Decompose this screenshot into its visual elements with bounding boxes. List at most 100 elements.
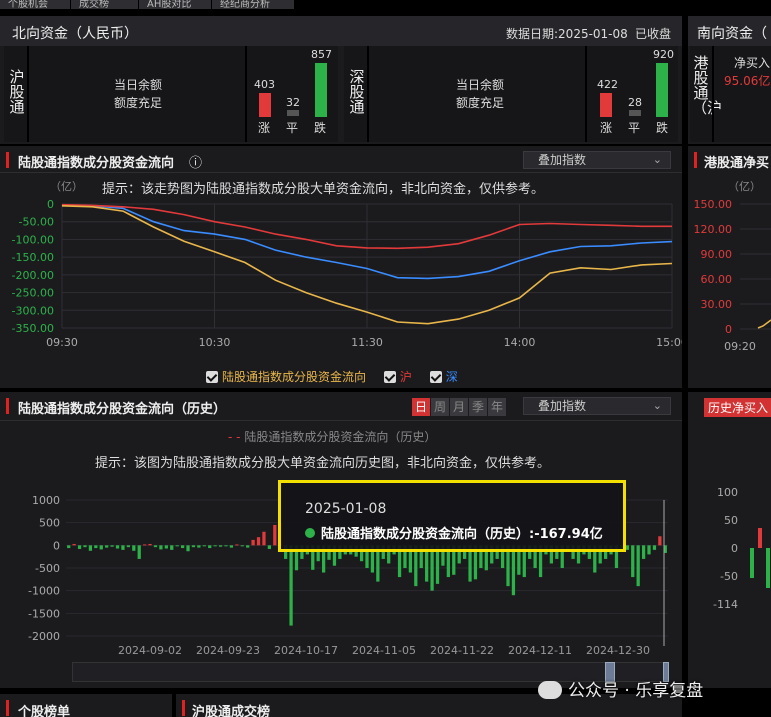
intraday-flow-panel: 陆股通指数成分股资金流向 ⓘ 叠加指数 ⌄ （亿） 提示：该走势图为陆股通指数成… (0, 146, 682, 388)
wechat-icon (538, 681, 562, 699)
history-overlay-dropdown[interactable]: 叠加指数 ⌄ (523, 397, 671, 415)
hk-flow-title: 港股通净买 (704, 156, 770, 171)
history-net-buy-panel: 历史净买入 100 50 0 -50 -114 (688, 392, 771, 688)
history-net-buy-bar (758, 528, 762, 548)
history-bar (256, 537, 261, 546)
history-bar (246, 545, 250, 548)
history-bar (213, 545, 217, 547)
history-bar (658, 536, 662, 546)
history-bar (636, 545, 640, 587)
history-bar (94, 545, 98, 549)
x-tick-label: 10:30 (199, 336, 231, 349)
history-bar (262, 531, 266, 546)
watermark-text: 公众号 · 乐享复盘 (568, 681, 704, 701)
sh-up-count: 403 (254, 78, 275, 91)
history-bar (191, 545, 196, 548)
sh-balance-value: 额度充足 (114, 96, 163, 110)
x-tick-label: 14:00 (504, 336, 536, 349)
sh-balance-label: 当日余额 (114, 78, 163, 92)
info-icon[interactable]: ⓘ (189, 152, 202, 171)
sh-down-bar (315, 63, 327, 117)
y-tick-label: -50.00 (19, 216, 54, 229)
history-bar (430, 545, 434, 591)
chevron-down-icon: ⌄ (652, 153, 662, 166)
sh-connect-label: 沪股通 (9, 68, 25, 116)
history-tip: 提示：该图为陆股通指数成分股大单资金流向历史图，非北向资金，仅供参考。 (95, 456, 551, 471)
period-tab-week[interactable]: 周 (431, 398, 449, 416)
sz-flat-bar (629, 110, 641, 116)
history-bar (77, 545, 82, 549)
y-tick-label: -1500 (28, 607, 60, 620)
history-bar (251, 539, 255, 546)
period-tab-year[interactable]: 年 (488, 398, 506, 416)
bottom-tab-stock-list[interactable]: 个股榜单 (18, 701, 70, 717)
intraday-title: 陆股通指数成分股资金流向 (18, 156, 175, 171)
history-bar (159, 545, 163, 550)
overlay-index-dropdown[interactable]: 叠加指数 ⌄ (523, 151, 671, 169)
sz-down-bar (656, 63, 668, 117)
tooltip-text: 陆股通指数成分股资金流向（历史）:-167.94亿 (321, 527, 603, 542)
period-tab-month[interactable]: 月 (450, 398, 468, 416)
southbound-title: 南向资金（ (697, 26, 767, 42)
intraday-chart: 0 -50.00 -100.00 -150.00 -200.00 -250.00 -300.… (12, 198, 682, 349)
history-bar (170, 545, 174, 550)
top-tab-broker-analysis[interactable]: 经纪商分析 (212, 0, 295, 9)
sz-down-count: 920 (653, 48, 674, 61)
x-tick-label: 2024-09-23 (196, 644, 260, 657)
history-net-buy-bar (750, 548, 754, 578)
y-tick-label: 500 (39, 517, 60, 530)
sz-connect-card: 深股通 当日余额 额度充足 422 涨 28 平 920 跌 (344, 46, 678, 142)
history-net-buy-tab[interactable]: 历史净买入 (704, 398, 771, 417)
history-bar (273, 524, 277, 546)
top-tab-turnover-rank[interactable]: 成交榜 (71, 0, 139, 9)
x-tick-label: 15:00 (656, 336, 682, 349)
sz-up-count: 422 (597, 78, 618, 91)
legend-total-toggle[interactable]: 陆股通指数成分股资金流向 (206, 370, 366, 384)
legend-sh-label: 沪 (399, 370, 412, 384)
y-tick-label: 120.00 (694, 223, 733, 236)
southbound-panel: 南向资金（ 港股通（沪 净买入 95.06亿 (688, 16, 771, 144)
history-bar (641, 545, 646, 559)
history-tooltip: 2025-01-08 陆股通指数成分股资金流向（历史）:-167.94亿 (278, 480, 626, 552)
sz-up-bar (600, 93, 612, 117)
history-bar (143, 544, 147, 546)
history-net-buy-chart: 100 50 0 -50 -114 (713, 486, 770, 611)
sh-flat-count: 32 (286, 96, 300, 109)
hk-flow-panel: 港股通净买 （亿） 150.00 120.00 90.00 60.00 30.00 0 09… (688, 146, 771, 388)
legend-sh-toggle[interactable]: 沪 (383, 370, 412, 384)
northbound-title: 北向资金（人民币） (12, 26, 138, 42)
history-bar (202, 545, 206, 547)
intraday-legend: 陆股通指数成分股资金流向 沪 深 (206, 368, 458, 385)
x-tick-label: 2024-12-30 (586, 644, 650, 657)
history-bar (99, 545, 103, 550)
green-dot-icon (305, 528, 315, 538)
y-tick-label: -200.00 (12, 269, 54, 282)
y-tick-label: -1000 (28, 585, 60, 598)
x-tick-label: 2024-10-17 (274, 644, 338, 657)
history-bar (72, 543, 76, 546)
legend-sz-toggle[interactable]: 深 (429, 370, 458, 384)
top-tab-stock-opportunities[interactable]: 个股机会 (0, 0, 71, 9)
x-tick-label: 2024-11-05 (352, 644, 416, 657)
legend-total-label: 陆股通指数成分股资金流向 (222, 370, 367, 384)
period-tab-day[interactable]: 日 (412, 398, 430, 416)
history-bar (208, 545, 212, 549)
hk-flow-unit: （亿） (728, 180, 761, 193)
bottom-tab-sh-turnover[interactable]: 沪股通成交榜 (192, 701, 270, 717)
y-tick-label: 50 (724, 514, 738, 527)
x-tick-label: 2024-11-22 (430, 644, 494, 657)
hk-sh-connect-label: 港股通（沪 (692, 54, 723, 117)
period-tab-quarter[interactable]: 季 (469, 398, 487, 416)
y-tick-label: 150.00 (694, 198, 733, 211)
history-bar (175, 545, 179, 547)
history-bar (105, 545, 109, 548)
sz-up-label: 涨 (600, 121, 613, 135)
sh-flat-bar (287, 110, 299, 116)
history-title: 陆股通指数成分股资金流向（历史） (18, 402, 227, 417)
y-tick-label: 0 (725, 323, 732, 336)
chevron-down-icon: ⌄ (652, 399, 662, 412)
history-bar (83, 545, 87, 548)
history-bar (235, 544, 239, 546)
sz-flat-count: 28 (628, 96, 642, 109)
top-tab-ah-compare[interactable]: AH股对比 (139, 0, 212, 9)
